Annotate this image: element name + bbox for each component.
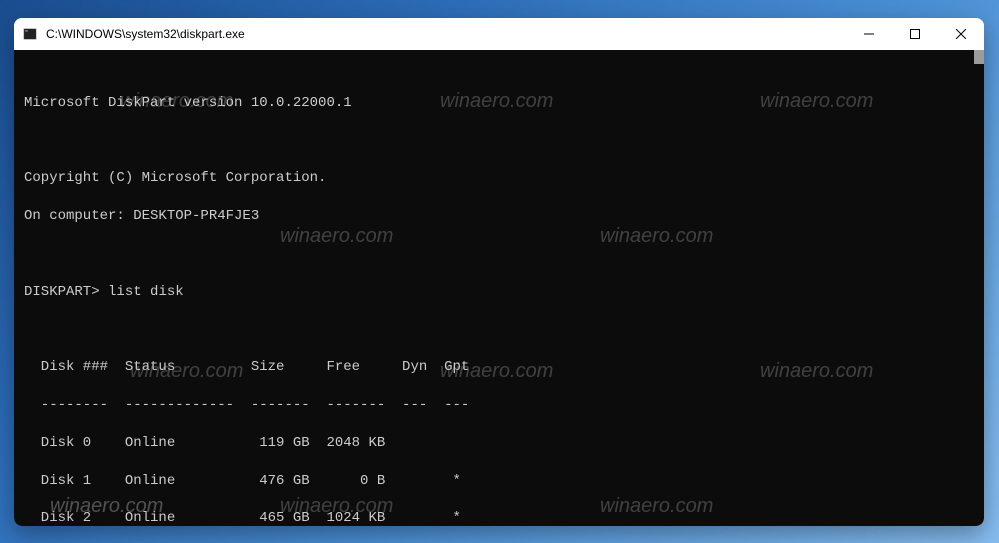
app-icon (22, 26, 38, 42)
scrollbar-thumb[interactable] (974, 50, 984, 64)
version-line: Microsoft DiskPart version 10.0.22000.1 (24, 94, 974, 113)
console-window: C:\WINDOWS\system32\diskpart.exe Microso… (14, 18, 984, 526)
copyright-line: Copyright (C) Microsoft Corporation. (24, 169, 974, 188)
blank-line (24, 132, 974, 151)
blank-line (24, 245, 974, 264)
close-button[interactable] (938, 18, 984, 50)
table-divider: -------- ------------- ------- ------- -… (24, 396, 974, 415)
maximize-button[interactable] (892, 18, 938, 50)
table-row: Disk 0 Online 119 GB 2048 KB (24, 434, 974, 453)
titlebar[interactable]: C:\WINDOWS\system32\diskpart.exe (14, 18, 984, 50)
table-row: Disk 2 Online 465 GB 1024 KB * (24, 509, 974, 526)
minimize-button[interactable] (846, 18, 892, 50)
table-header: Disk ### Status Size Free Dyn Gpt (24, 358, 974, 377)
prompt-line: DISKPART> list disk (24, 283, 974, 302)
table-row: Disk 1 Online 476 GB 0 B * (24, 472, 974, 491)
terminal-output[interactable]: Microsoft DiskPart version 10.0.22000.1 … (14, 50, 984, 526)
blank-line (24, 320, 974, 339)
computer-line: On computer: DESKTOP-PR4FJE3 (24, 207, 974, 226)
window-title: C:\WINDOWS\system32\diskpart.exe (46, 27, 846, 41)
window-controls (846, 18, 984, 50)
